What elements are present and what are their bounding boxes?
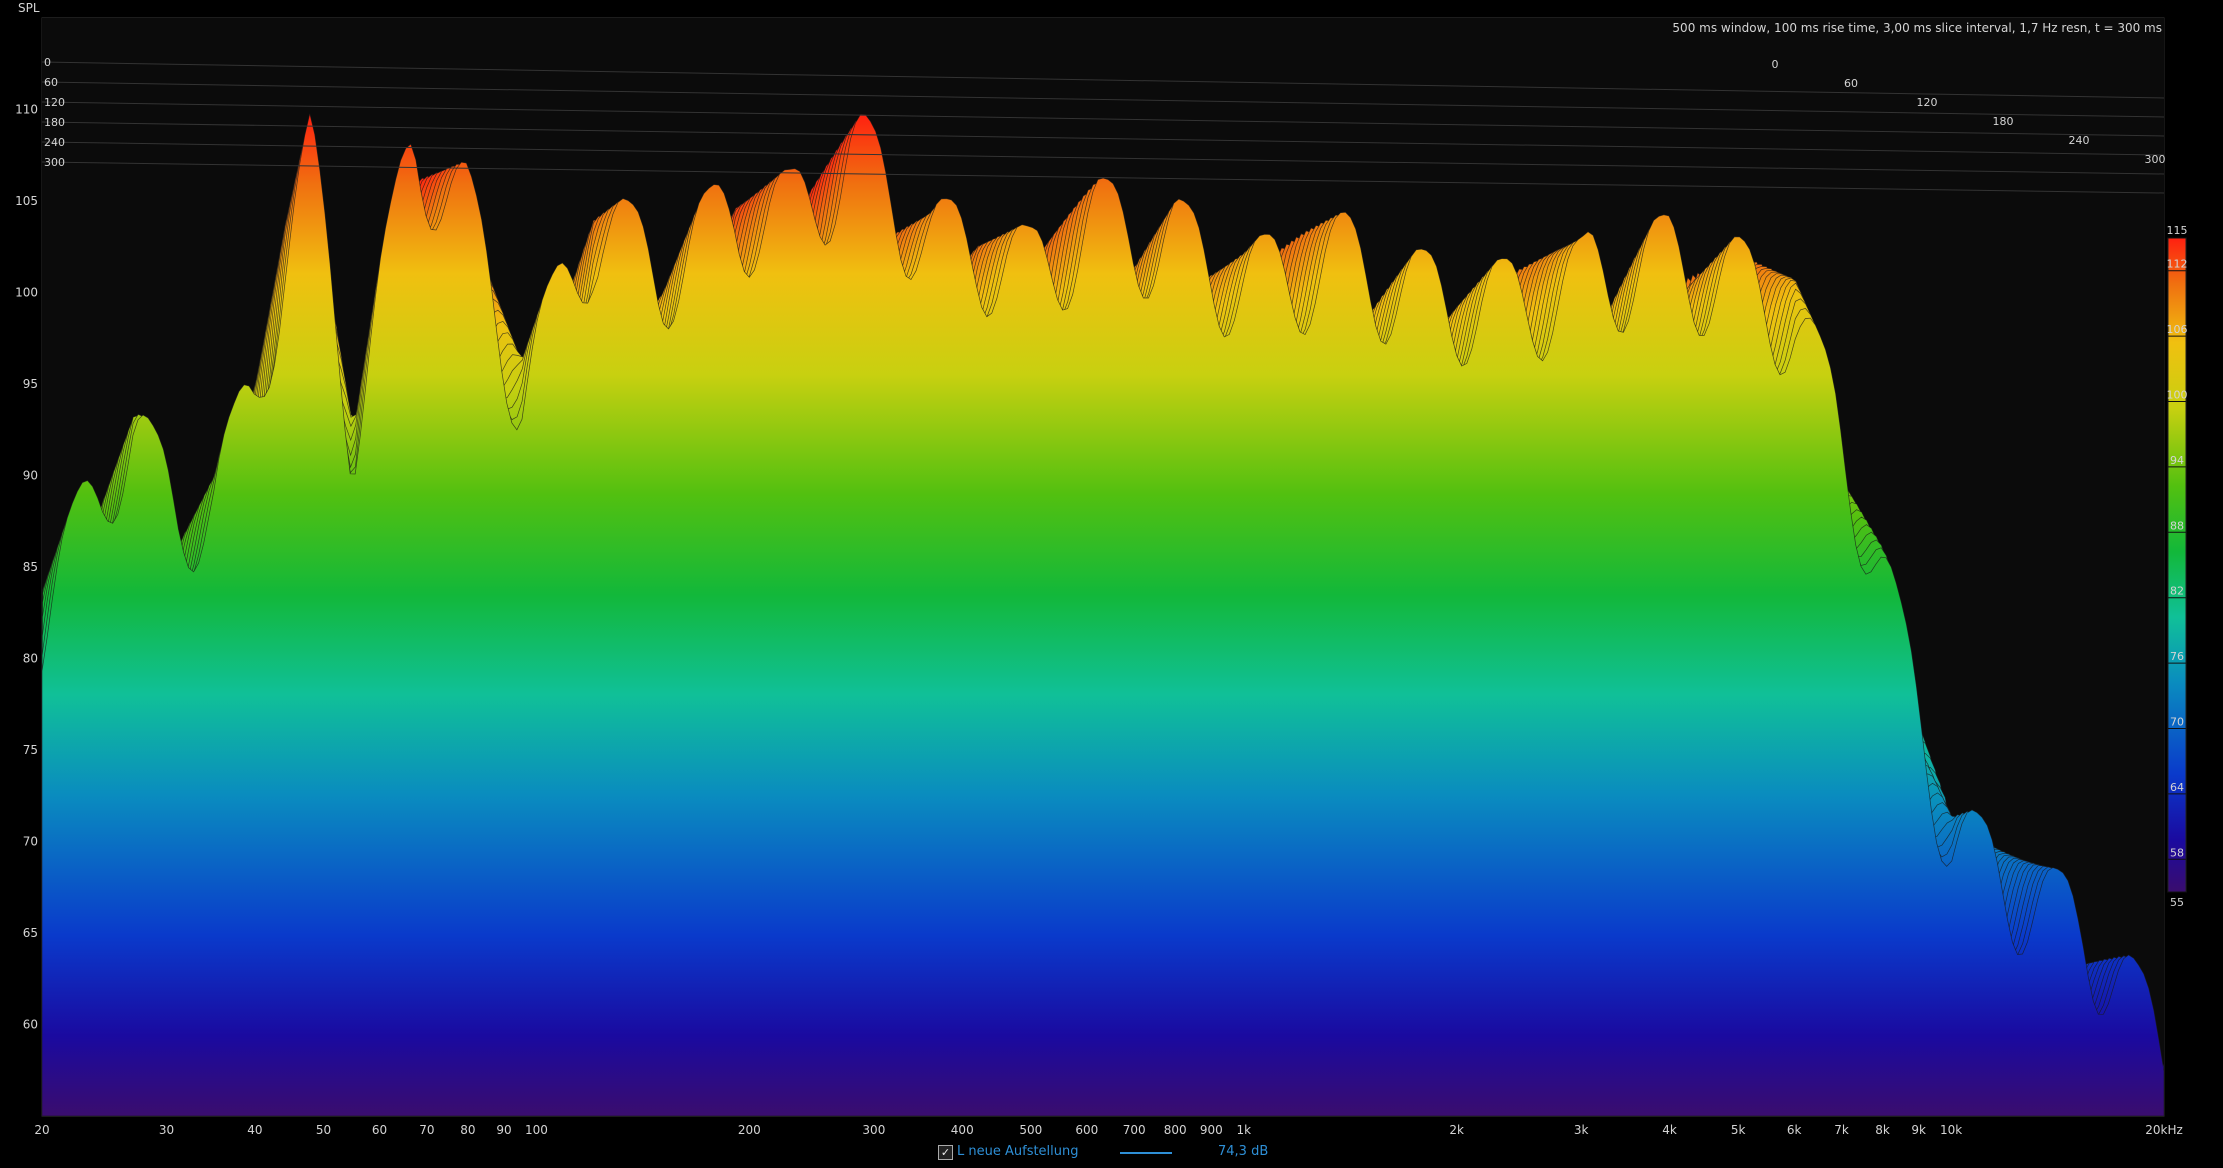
x-tick-label: 1k — [1236, 1123, 1251, 1137]
colorbar-tick-label: 112 — [2167, 258, 2188, 271]
time-tick-right: 120 — [1917, 96, 1938, 109]
y-tick-label: 60 — [23, 1018, 38, 1032]
colorbar-tick-label: 115 — [2167, 224, 2188, 237]
y-axis-label: SPL — [18, 1, 40, 15]
y-tick-label: 105 — [15, 194, 38, 208]
y-tick-label: 85 — [23, 560, 38, 574]
x-tick-label: 700 — [1123, 1123, 1146, 1137]
x-tick-label: 800 — [1164, 1123, 1187, 1137]
colorbar-tick-label: 94 — [2170, 454, 2184, 467]
time-tick-left: 60 — [44, 76, 58, 89]
time-tick-right: 60 — [1844, 77, 1858, 90]
y-axis: 60 65 70 75 80 85 90 95 100 105 110 — [15, 103, 38, 1032]
y-tick-label: 65 — [23, 926, 38, 940]
x-tick-label: 900 — [1200, 1123, 1223, 1137]
colorbar-tick-label: 58 — [2170, 846, 2184, 859]
x-tick-label: 200 — [738, 1123, 761, 1137]
time-tick-right: 300 — [2145, 153, 2166, 166]
time-tick-left: 180 — [44, 116, 65, 129]
time-tick-right: 0 — [1772, 58, 1779, 71]
info-text: 500 ms window, 100 ms rise time, 3,00 ms… — [1672, 21, 2162, 35]
x-tick-label: 7k — [1834, 1123, 1849, 1137]
y-tick-label: 80 — [23, 652, 38, 666]
x-tick-label: 20 — [34, 1123, 49, 1137]
x-tick-label: 300 — [862, 1123, 885, 1137]
waterfall-slices — [42, 18, 2164, 1116]
time-tick-left: 300 — [44, 156, 65, 169]
x-tick-label: 20kHz — [2145, 1123, 2183, 1137]
series-level: 74,3 dB — [1218, 1144, 1269, 1159]
x-tick-label: 5k — [1731, 1123, 1746, 1137]
x-axis: 20 30 40 50 60 70 80 90 100 200 300 400 500 600 700 800… — [34, 1123, 2182, 1137]
y-tick-label: 110 — [15, 103, 38, 117]
x-tick-label: 80 — [460, 1123, 475, 1137]
series-name[interactable]: L neue Aufstellung — [957, 1144, 1079, 1159]
x-tick-label: 70 — [419, 1123, 434, 1137]
time-tick-right: 180 — [1993, 115, 2014, 128]
x-tick-label: 9k — [1911, 1123, 1926, 1137]
time-tick-right: 240 — [2069, 134, 2090, 147]
time-tick-left: 240 — [44, 136, 65, 149]
colorbar: 55 58 64 70 76 82 88 94 100 106 112 115 — [2167, 224, 2188, 909]
x-tick-label: 400 — [951, 1123, 974, 1137]
series-checkbox[interactable]: ✓ — [938, 1145, 953, 1160]
x-tick-label: 30 — [159, 1123, 174, 1137]
x-tick-label: 100 — [525, 1123, 548, 1137]
x-tick-label: 3k — [1574, 1123, 1589, 1137]
colorbar-tick-label: 55 — [2170, 896, 2184, 909]
colorbar-tick-label: 88 — [2170, 519, 2184, 532]
x-tick-label: 60 — [372, 1123, 387, 1137]
x-tick-label: 500 — [1019, 1123, 1042, 1137]
colorbar-tick-label: 76 — [2170, 650, 2184, 663]
time-tick-left: 120 — [44, 96, 65, 109]
x-tick-label: 4k — [1662, 1123, 1677, 1137]
colorbar-tick-label: 100 — [2167, 389, 2188, 402]
x-tick-label: 50 — [316, 1123, 331, 1137]
x-tick-label: 8k — [1875, 1123, 1890, 1137]
time-tick-left: 0 — [44, 56, 51, 69]
y-tick-label: 75 — [23, 743, 38, 757]
colorbar-tick-label: 82 — [2170, 585, 2184, 598]
colorbar-tick-label: 64 — [2170, 781, 2184, 794]
y-tick-label: 70 — [23, 835, 38, 849]
legend-row: ✓ L neue Aufstellung 74,3 dB — [0, 1141, 2223, 1165]
x-tick-label: 40 — [247, 1123, 262, 1137]
y-tick-label: 95 — [23, 377, 38, 391]
y-tick-label: 90 — [23, 469, 38, 483]
colorbar-tick-label: 106 — [2167, 323, 2188, 336]
colorbar-tick-label: 70 — [2170, 716, 2184, 729]
x-tick-label: 6k — [1787, 1123, 1802, 1137]
x-tick-label: 600 — [1075, 1123, 1098, 1137]
x-tick-label: 10k — [1940, 1123, 1962, 1137]
x-tick-label: 90 — [496, 1123, 511, 1137]
x-tick-label: 2k — [1449, 1123, 1464, 1137]
waterfall-chart: 0 0 60 60 120 120 180 180 240 240 300 300 60 65 70 75 8… — [15, 1, 2188, 1137]
y-tick-label: 100 — [15, 286, 38, 300]
series-line-swatch — [1120, 1152, 1172, 1154]
